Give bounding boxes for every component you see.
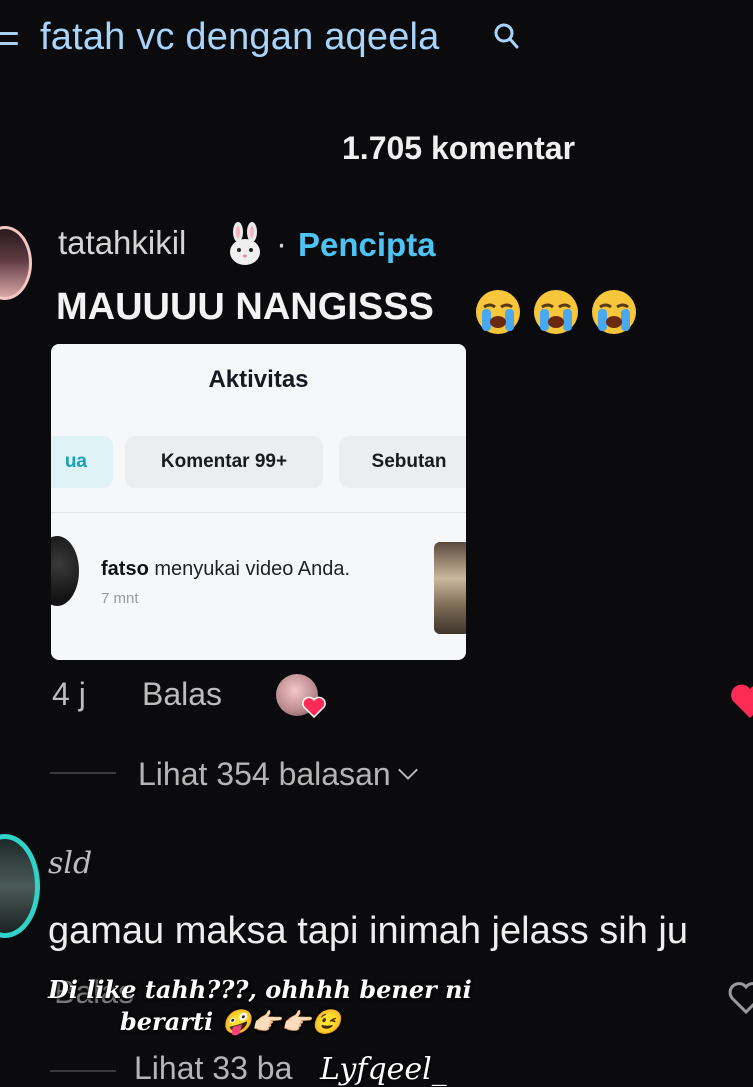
comment-count: 1.705 komentar — [342, 130, 576, 166]
crying-face-emoji — [476, 290, 520, 334]
comment-username[interactable]: tatahkikil — [58, 224, 186, 262]
bunny-emoji — [230, 222, 260, 265]
chevron-down-icon — [397, 760, 418, 780]
creator-badge: Pencipta — [298, 226, 436, 263]
caption-text: berarti — [120, 1007, 214, 1037]
heart-outline-icon[interactable] — [728, 980, 753, 1016]
heart-icon — [302, 696, 326, 718]
crying-face-emoji — [534, 290, 578, 334]
menu-icon[interactable] — [0, 30, 18, 50]
comment-text: MAUUUU NANGISSS — [56, 286, 434, 328]
crying-face-emoji — [592, 290, 636, 334]
comment-username[interactable]: sld — [48, 846, 92, 881]
replies-divider — [50, 772, 116, 774]
notification-user: fatso — [101, 558, 149, 580]
view-replies-label[interactable]: Lihat 33 ba — [134, 1050, 292, 1087]
caption-line: Di like tahh???, ohhhh bener ni — [48, 975, 472, 1004]
reply-button[interactable]: Balas — [142, 676, 222, 713]
replies-divider — [50, 1070, 116, 1072]
embed-tab-comments: Komentar 99+ — [125, 436, 323, 488]
comment-text: gamau maksa tapi inimah jelass sih ju — [48, 910, 688, 952]
search-icon[interactable] — [492, 22, 520, 52]
overlay-caption: Di like tahh???, ohhhh bener ni berarti … — [48, 974, 472, 1039]
embed-tab-mentions: Sebutan — [339, 436, 466, 488]
comment-time: 4 j — [52, 676, 86, 712]
embed-tab-all: ua — [51, 436, 113, 488]
view-replies-label: Lihat 354 balasan — [138, 756, 391, 792]
separator: · — [276, 225, 287, 262]
avatar[interactable] — [0, 834, 40, 938]
like-heart-icon[interactable] — [730, 682, 753, 722]
watermark: Lyfqeel_ — [320, 1052, 447, 1087]
notification-action: menyukai video Anda. — [148, 558, 351, 580]
comment-image-attachment[interactable]: Aktivitas ua Komentar 99+ Sebutan fatso … — [51, 344, 466, 660]
divider — [51, 512, 466, 513]
embed-title: Aktivitas — [208, 366, 309, 393]
avatar[interactable] — [0, 226, 32, 300]
search-query[interactable]: fatah vc dengan aqeela — [40, 16, 440, 59]
notification-text: fatso menyukai video Anda. — [101, 558, 350, 581]
notification-avatar — [51, 536, 79, 606]
view-replies-button[interactable]: Lihat 354 balasan — [138, 756, 418, 793]
notification-time: 7 mnt — [101, 590, 139, 607]
caption-line: berarti 🤪👉🏻👉🏻😉 — [48, 1006, 472, 1038]
emoji-group: 🤪👉🏻👉🏻😉 — [213, 1007, 341, 1037]
video-thumbnail — [434, 542, 466, 634]
